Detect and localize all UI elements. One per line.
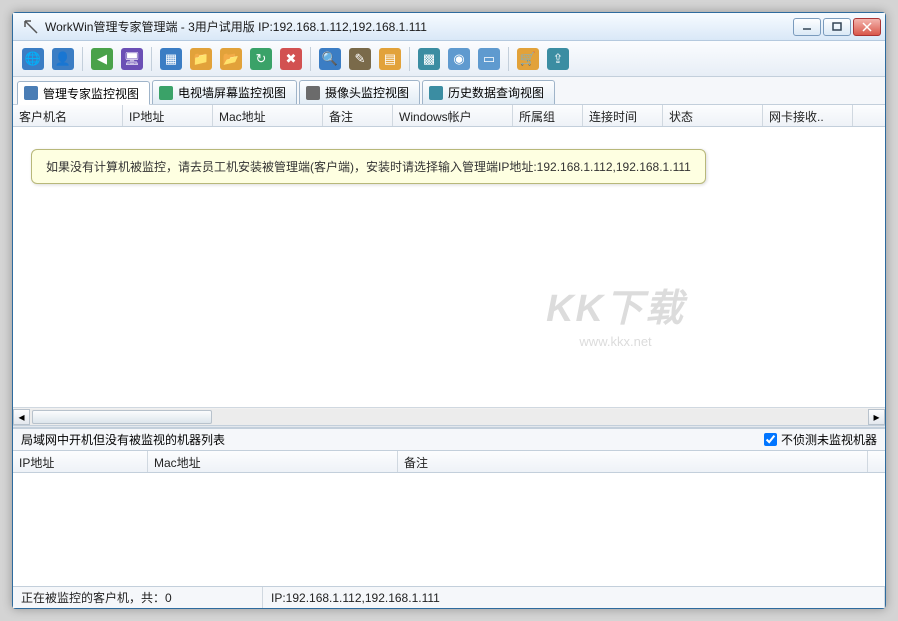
no-detect-checkbox-input[interactable] bbox=[764, 433, 777, 446]
folder-icon: 📁 bbox=[190, 48, 212, 70]
globe-button[interactable]: 🌐 bbox=[19, 45, 47, 73]
stop-button[interactable]: ✖ bbox=[277, 45, 305, 73]
screens-button[interactable]: ▦ bbox=[157, 45, 185, 73]
toolbar-separator bbox=[508, 47, 509, 71]
stop-icon: ✖ bbox=[280, 48, 302, 70]
scroll-right-button[interactable]: ▸ bbox=[868, 409, 885, 425]
panel-grid-header: IP地址Mac地址备注 bbox=[13, 451, 885, 473]
folder-open-button[interactable]: 📂 bbox=[217, 45, 245, 73]
toolbar: 🌐 👤 ◀ 🖥 ▦ 📁 📂 ↻ ✖ 🔍 ✎ ▤ ▩ ◉ ▭ 🛒 ⇪ bbox=[13, 41, 885, 77]
window-controls bbox=[793, 18, 881, 36]
user-button[interactable]: 👤 bbox=[49, 45, 77, 73]
edit-icon: ✎ bbox=[349, 48, 371, 70]
export-button[interactable]: ⇪ bbox=[544, 45, 572, 73]
window-title: WorkWin管理专家管理端 - 3用户试用版 IP:192.168.1.112… bbox=[45, 18, 793, 35]
tab-tvwall[interactable]: 电视墙屏幕监控视图 bbox=[152, 80, 297, 104]
maximize-button[interactable] bbox=[823, 18, 851, 36]
toolbar-separator bbox=[151, 47, 152, 71]
refresh-icon: ↻ bbox=[250, 48, 272, 70]
grid-header: 客户机名IP地址Mac地址备注Windows帐户所属组连接时间状态网卡接收.. bbox=[13, 105, 885, 127]
wall-icon: ▩ bbox=[418, 48, 440, 70]
search-button[interactable]: 🔍 bbox=[316, 45, 344, 73]
app-window: WorkWin管理专家管理端 - 3用户试用版 IP:192.168.1.112… bbox=[12, 12, 886, 609]
toolbar-separator bbox=[409, 47, 410, 71]
toolbar-separator bbox=[310, 47, 311, 71]
scroll-left-button[interactable]: ◂ bbox=[13, 409, 30, 425]
window-icon: ▭ bbox=[478, 48, 500, 70]
close-button[interactable] bbox=[853, 18, 881, 36]
search-icon: 🔍 bbox=[319, 48, 341, 70]
globe-icon: 🌐 bbox=[22, 48, 44, 70]
column-header[interactable]: 所属组 bbox=[513, 105, 583, 126]
column-header[interactable]: 客户机名 bbox=[13, 105, 123, 126]
monitor-icon: 🖥 bbox=[121, 48, 143, 70]
toolbar-separator bbox=[82, 47, 83, 71]
folder-button[interactable]: 📁 bbox=[187, 45, 215, 73]
tab-history[interactable]: 历史数据查询视图 bbox=[422, 80, 555, 104]
column-header[interactable]: 连接时间 bbox=[583, 105, 663, 126]
capture-icon: ◉ bbox=[448, 48, 470, 70]
screens-icon: ▦ bbox=[160, 48, 182, 70]
panel-header: 局域网中开机但没有被监视的机器列表 不侦测未监视机器 bbox=[13, 429, 885, 451]
tab-icon bbox=[159, 86, 173, 100]
app-icon bbox=[23, 19, 39, 35]
scroll-track[interactable] bbox=[30, 409, 868, 425]
panel-body bbox=[13, 473, 885, 586]
edit-button[interactable]: ✎ bbox=[346, 45, 374, 73]
no-detect-checkbox[interactable]: 不侦测未监视机器 bbox=[764, 431, 877, 448]
status-ip: IP:192.168.1.112,192.168.1.111 bbox=[263, 587, 885, 608]
status-clients: 正在被监控的客户机，共：0 bbox=[13, 587, 263, 608]
statusbar: 正在被监控的客户机，共：0 IP:192.168.1.112,192.168.1… bbox=[13, 586, 885, 608]
tab-label: 电视墙屏幕监控视图 bbox=[178, 84, 286, 101]
panel-column-header[interactable]: IP地址 bbox=[13, 451, 148, 472]
tab-icon bbox=[24, 86, 38, 100]
panel-column-header[interactable]: 备注 bbox=[398, 451, 868, 472]
column-header[interactable]: 网卡接收.. bbox=[763, 105, 853, 126]
titlebar: WorkWin管理专家管理端 - 3用户试用版 IP:192.168.1.112… bbox=[13, 13, 885, 41]
panel-column-header[interactable]: Mac地址 bbox=[148, 451, 398, 472]
tab-monitor[interactable]: 管理专家监控视图 bbox=[17, 81, 150, 105]
scroll-thumb[interactable] bbox=[32, 410, 212, 424]
tab-label: 历史数据查询视图 bbox=[448, 84, 544, 101]
tab-camera[interactable]: 摄像头监控视图 bbox=[299, 80, 420, 104]
grid-button[interactable]: ▤ bbox=[376, 45, 404, 73]
column-header[interactable]: 备注 bbox=[323, 105, 393, 126]
unmonitored-panel: 局域网中开机但没有被监视的机器列表 不侦测未监视机器 IP地址Mac地址备注 bbox=[13, 428, 885, 586]
column-header[interactable]: IP地址 bbox=[123, 105, 213, 126]
tab-label: 摄像头监控视图 bbox=[325, 84, 409, 101]
client-list-area: 如果没有计算机被监控，请去员工机安装被管理端(客户端)，安装时请选择输入管理端I… bbox=[13, 127, 885, 407]
wall-button[interactable]: ▩ bbox=[415, 45, 443, 73]
hint-balloon: 如果没有计算机被监控，请去员工机安装被管理端(客户端)，安装时请选择输入管理端I… bbox=[31, 149, 706, 184]
arrow-left-button[interactable]: ◀ bbox=[88, 45, 116, 73]
folder-open-icon: 📂 bbox=[220, 48, 242, 70]
cart-button[interactable]: 🛒 bbox=[514, 45, 542, 73]
export-icon: ⇪ bbox=[547, 48, 569, 70]
user-icon: 👤 bbox=[52, 48, 74, 70]
refresh-button[interactable]: ↻ bbox=[247, 45, 275, 73]
tab-label: 管理专家监控视图 bbox=[43, 85, 139, 102]
capture-button[interactable]: ◉ bbox=[445, 45, 473, 73]
window-button[interactable]: ▭ bbox=[475, 45, 503, 73]
cart-icon: 🛒 bbox=[517, 48, 539, 70]
watermark: KK下载 www.kkx.net bbox=[546, 277, 685, 349]
column-header[interactable]: Windows帐户 bbox=[393, 105, 513, 126]
minimize-button[interactable] bbox=[793, 18, 821, 36]
column-header[interactable]: Mac地址 bbox=[213, 105, 323, 126]
horizontal-scrollbar[interactable]: ◂ ▸ bbox=[13, 407, 885, 425]
column-header[interactable]: 状态 bbox=[663, 105, 763, 126]
tab-icon bbox=[429, 86, 443, 100]
monitor-button[interactable]: 🖥 bbox=[118, 45, 146, 73]
arrow-left-icon: ◀ bbox=[91, 48, 113, 70]
tab-icon bbox=[306, 86, 320, 100]
grid-icon: ▤ bbox=[379, 48, 401, 70]
view-tabs: 管理专家监控视图 电视墙屏幕监控视图 摄像头监控视图 历史数据查询视图 bbox=[13, 77, 885, 105]
panel-title: 局域网中开机但没有被监视的机器列表 bbox=[21, 431, 764, 448]
